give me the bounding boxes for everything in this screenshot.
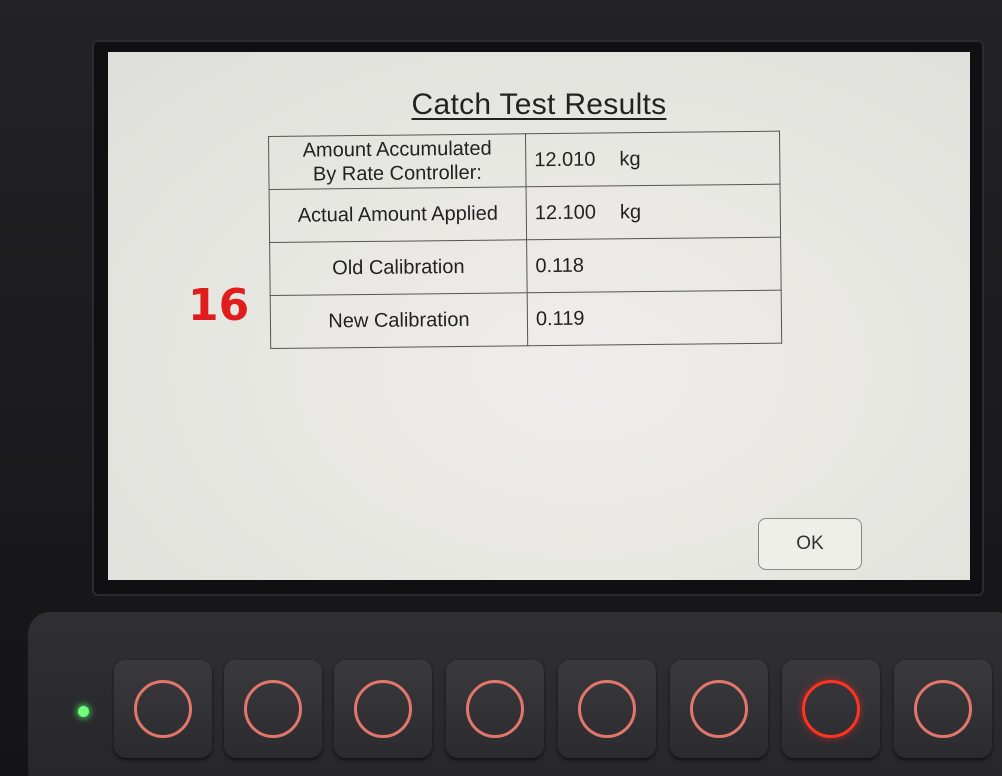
table-row: Amount Accumulated By Rate Controller: 1… [268,131,781,190]
value-text: 12.100 [534,201,597,224]
label-line: By Rate Controller: [312,161,482,186]
ring-icon [802,680,860,738]
results-table: Amount Accumulated By Rate Controller: 1… [268,131,782,349]
soft-key-3[interactable] [334,660,432,758]
ring-icon [354,680,412,738]
ring-icon [134,680,192,738]
ring-icon [914,680,972,738]
value-text: 0.118 [535,254,585,277]
row-value: 0.118 [526,237,782,293]
soft-key-5[interactable] [558,660,656,758]
row-label: Old Calibration [269,239,528,296]
value-text: 12.010 [534,148,596,171]
table-row: Actual Amount Applied 12.100 kg [269,184,781,243]
row-value: 12.100 kg [526,184,781,240]
label-line: Amount Accumulated [302,137,492,162]
row-label: New Calibration [270,292,528,349]
soft-key-2[interactable] [224,660,322,758]
row-label: Actual Amount Applied [269,186,527,243]
soft-key-6[interactable] [670,660,768,758]
step-number-annotation: 16 [188,280,250,331]
unit-text: kg [619,200,642,223]
soft-key-4[interactable] [446,660,544,758]
soft-key-8[interactable] [894,660,992,758]
row-value: 0.119 [527,290,782,346]
unit-text: kg [619,147,641,170]
ring-icon [466,680,524,738]
ring-icon [690,680,748,738]
table-row: New Calibration 0.119 [270,290,782,349]
controller-device: Catch Test Results Amount Accumulated By… [0,0,1002,776]
ring-icon [578,680,636,738]
soft-key-7[interactable] [782,660,880,758]
dialog-title: Catch Test Results [411,88,667,121]
row-label: Amount Accumulated By Rate Controller: [268,133,527,190]
row-value: 12.010 kg [525,131,781,187]
value-text: 0.119 [535,307,585,330]
status-led [78,706,89,717]
ok-button[interactable]: OK [758,518,862,570]
soft-key-1[interactable] [114,660,212,758]
ring-icon [244,680,302,738]
table-row: Old Calibration 0.118 [269,237,782,296]
